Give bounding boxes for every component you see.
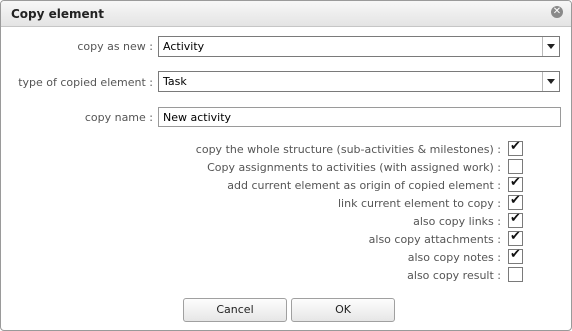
option-label: also copy notes : <box>407 251 501 264</box>
option-checkbox[interactable]: ✔ <box>508 139 523 156</box>
close-icon[interactable]: ✕ <box>551 6 563 18</box>
type-of-copied-element-label: type of copied element : <box>18 76 153 89</box>
option-label: also copy links : <box>413 215 501 228</box>
check-icon: ✔ <box>510 229 521 244</box>
option-checkbox[interactable]: ✔ <box>508 193 523 210</box>
copy-name-value: New activity <box>163 111 232 124</box>
chevron-down-icon[interactable] <box>542 37 559 56</box>
chevron-down-icon[interactable] <box>542 72 559 91</box>
check-icon: ✔ <box>510 139 521 154</box>
cancel-button[interactable]: Cancel <box>183 298 287 322</box>
option-label: Copy assignments to activities (with ass… <box>207 161 501 174</box>
copy-as-new-value: Activity <box>163 40 205 53</box>
option-checkbox[interactable]: ✔ <box>508 211 523 228</box>
check-icon: ✔ <box>510 247 521 262</box>
option-label: copy the whole structure (sub-activities… <box>195 143 501 156</box>
option-label: add current element as origin of copied … <box>227 179 501 192</box>
ok-button[interactable]: OK <box>291 298 395 322</box>
type-of-copied-element-select[interactable]: Task <box>158 71 560 92</box>
option-label: link current element to copy : <box>338 197 501 210</box>
option-label: also copy result : <box>407 269 501 282</box>
check-icon: ✔ <box>510 211 521 226</box>
option-checkbox[interactable]: ✔ <box>508 175 523 192</box>
check-icon: ✔ <box>510 193 521 208</box>
dialog-titlebar: Copy element ✕ <box>1 1 571 27</box>
copy-name-input[interactable]: New activity <box>158 107 561 127</box>
check-icon: ✔ <box>510 175 521 190</box>
type-of-copied-element-value: Task <box>163 75 187 88</box>
copy-name-label: copy name : <box>84 111 153 124</box>
copy-element-dialog: Copy element ✕ copy as new : Activity ty… <box>0 0 572 331</box>
option-checkbox[interactable] <box>508 267 523 282</box>
option-checkbox[interactable]: ✔ <box>508 229 523 246</box>
option-label: also copy attachments : <box>368 233 501 246</box>
dialog-title: Copy element <box>11 7 104 21</box>
copy-as-new-label: copy as new : <box>77 40 153 53</box>
option-checkbox[interactable] <box>508 159 523 174</box>
copy-as-new-select[interactable]: Activity <box>158 36 560 57</box>
option-checkbox[interactable]: ✔ <box>508 247 523 264</box>
